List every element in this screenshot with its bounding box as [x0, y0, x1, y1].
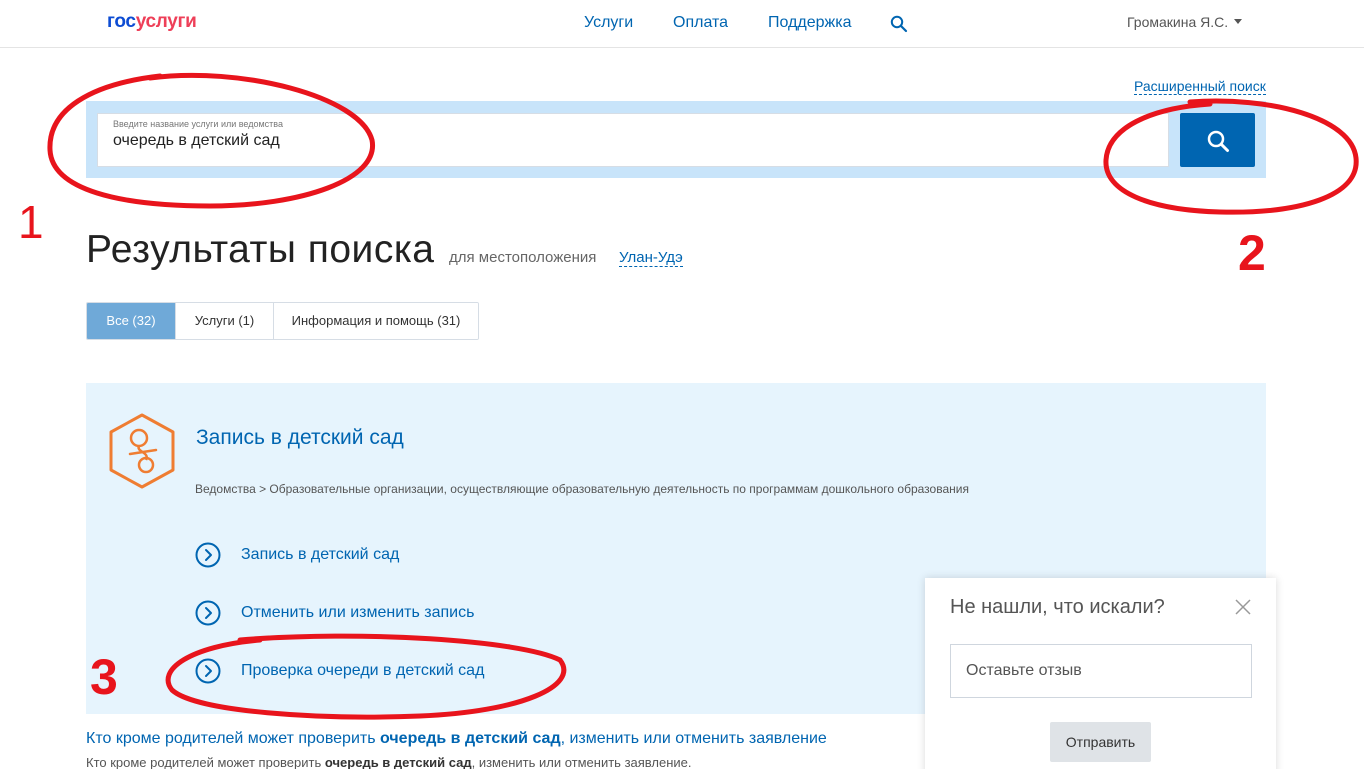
- search-button[interactable]: [1180, 113, 1255, 167]
- page: госуслуги Услуги Оплата Поддержка Громак…: [0, 0, 1364, 769]
- logo-part-2: услуги: [135, 11, 197, 32]
- tab-info-help[interactable]: Информация и помощь (31): [274, 303, 478, 339]
- search-input-hint: Введите название услуги или ведомства: [113, 119, 283, 129]
- user-menu[interactable]: Громакина Я.С.: [1127, 14, 1243, 30]
- feedback-submit-button[interactable]: Отправить: [1050, 722, 1151, 762]
- tab-all[interactable]: Все (32): [87, 303, 176, 339]
- chevron-circle-icon: [195, 658, 221, 684]
- results-title: Результаты поиска: [86, 228, 435, 271]
- annotation-number-1: 1: [18, 196, 44, 248]
- link-label: Проверка очереди в детский сад: [241, 662, 485, 679]
- gosuslugi-logo[interactable]: госуслуги: [107, 11, 197, 33]
- info-snippet-before: Кто кроме родителей может проверить: [86, 755, 325, 769]
- feedback-title: Не нашли, что искали?: [950, 596, 1165, 618]
- top-header: госуслуги Услуги Оплата Поддержка Громак…: [0, 0, 1364, 48]
- nav-support[interactable]: Поддержка: [768, 14, 851, 32]
- info-title-after: , изменить или отменить заявление: [560, 730, 827, 747]
- nav-services[interactable]: Услуги: [584, 14, 633, 32]
- header-search-icon[interactable]: [890, 15, 908, 33]
- chevron-circle-icon: [195, 542, 221, 568]
- results-tabs: Все (32) Услуги (1) Информация и помощь …: [86, 302, 479, 340]
- caret-down-icon: [1234, 18, 1243, 24]
- pacifier-icon: [109, 413, 175, 489]
- close-icon[interactable]: [1235, 599, 1251, 615]
- nav-payment[interactable]: Оплата: [673, 14, 728, 32]
- feedback-panel: Не нашли, что искали? Оставьте отзыв Отп…: [925, 578, 1276, 769]
- search-input[interactable]: Введите название услуги или ведомства оч…: [97, 113, 1169, 167]
- info-result-title[interactable]: Кто кроме родителей может проверить очер…: [86, 730, 827, 748]
- link-label: Отменить или изменить запись: [241, 604, 475, 621]
- info-title-bold: очередь в детский сад: [380, 730, 561, 747]
- location-city-link[interactable]: Улан-Удэ: [619, 249, 683, 267]
- search-icon: [1207, 130, 1229, 152]
- logo-part-1: гос: [107, 11, 136, 32]
- link-label: Запись в детский сад: [241, 546, 400, 563]
- chevron-circle-icon: [195, 600, 221, 626]
- advanced-search-link[interactable]: Расширенный поиск: [1134, 78, 1266, 95]
- result-card-title[interactable]: Запись в детский сад: [196, 426, 404, 450]
- info-result-snippet: Кто кроме родителей может проверить очер…: [86, 755, 692, 769]
- tab-services[interactable]: Услуги (1): [176, 303, 274, 339]
- info-title-before: Кто кроме родителей может проверить: [86, 730, 380, 747]
- result-card-path: Ведомства > Образовательные организации,…: [195, 482, 969, 496]
- info-snippet-after: , изменить или отменить заявление.: [471, 755, 692, 769]
- annotation-number-2: 2: [1238, 225, 1266, 281]
- feedback-input[interactable]: Оставьте отзыв: [950, 644, 1252, 698]
- search-input-value: очередь в детский сад: [113, 132, 280, 149]
- info-snippet-bold: очередь в детский сад: [324, 755, 472, 769]
- user-name: Громакина Я.С.: [1127, 14, 1229, 30]
- for-location-label: для местоположения: [449, 249, 597, 266]
